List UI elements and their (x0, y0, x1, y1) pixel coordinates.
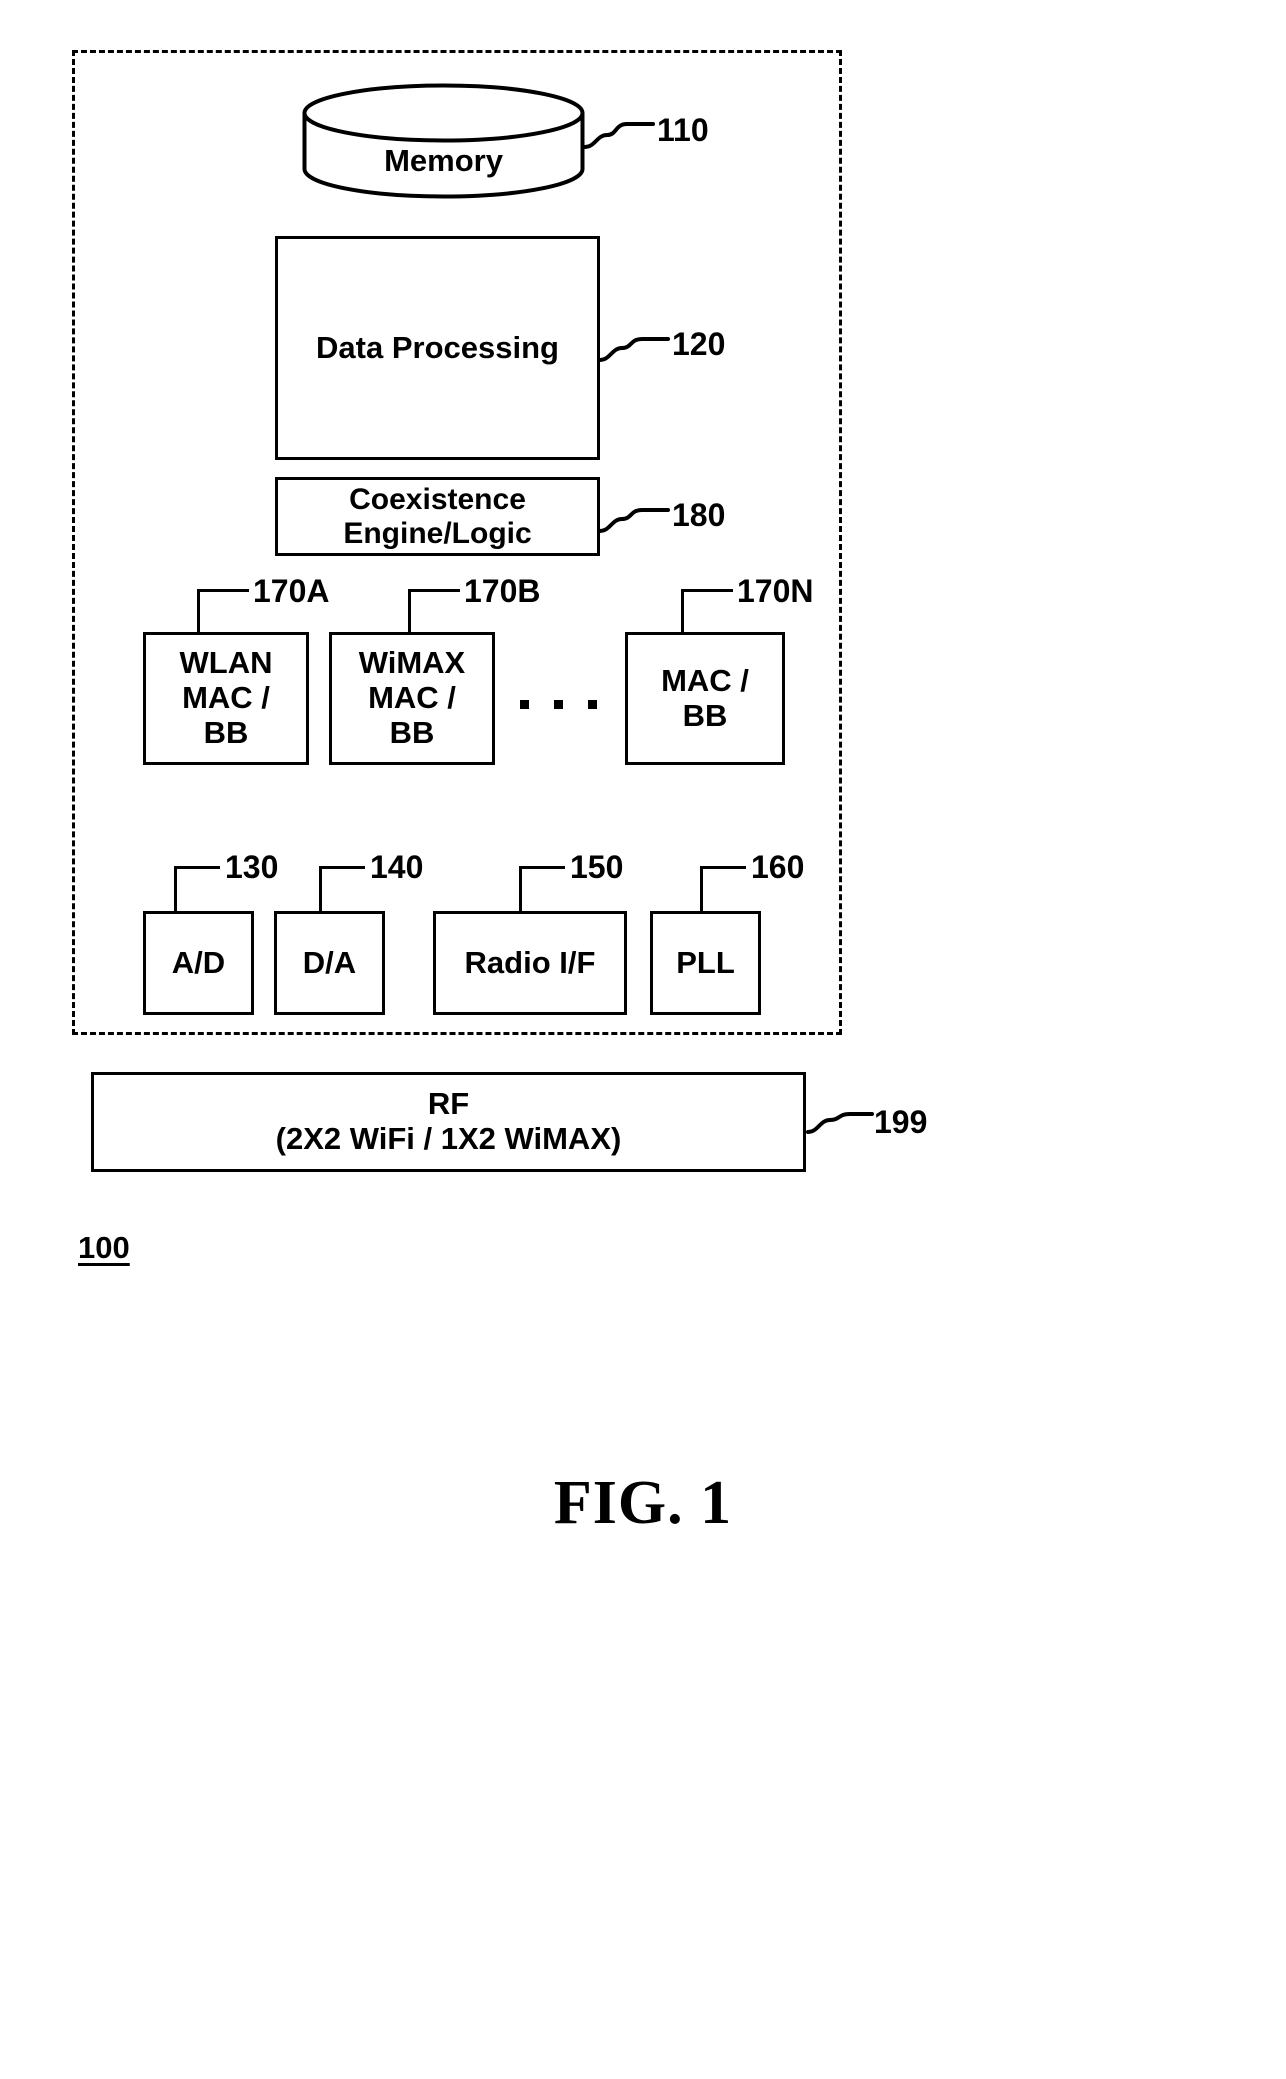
wlan-label-line3: BB (203, 714, 249, 750)
ellipsis-dots (512, 700, 612, 716)
da-label: D/A (302, 944, 357, 980)
ref-199: 199 (874, 1104, 928, 1140)
block-wimax-mac-bb: WiMAX MAC / BB (329, 632, 495, 765)
pll-label: PLL (676, 944, 735, 980)
leader-line-data-processing (598, 330, 670, 366)
ref-150: 150 (570, 849, 624, 885)
figure-caption: FIG. 1 (553, 1469, 733, 1537)
ref-180: 180 (672, 497, 726, 533)
block-pll: PLL (650, 911, 761, 1015)
data-processing-label: Data Processing (316, 329, 559, 365)
rf-label-line1: RF (427, 1086, 470, 1122)
block-ad-converter: A/D (143, 911, 254, 1015)
wimax-label-line1: WiMAX (358, 645, 466, 681)
ref-130: 130 (225, 849, 279, 885)
wlan-label-line2: MAC / (182, 680, 270, 716)
radio-if-label: Radio I/F (464, 944, 596, 980)
ref-140: 140 (370, 849, 424, 885)
block-coexistence-engine: Coexistence Engine/Logic (275, 477, 600, 556)
coexistence-label-line2: Engine/Logic (343, 516, 532, 550)
ref-160: 160 (751, 849, 805, 885)
ref-110: 110 (657, 112, 709, 148)
coexistence-label-line1: Coexistence (349, 482, 526, 516)
patent-figure: Memory 110 Data Processing 120 Coexisten… (0, 0, 1286, 2079)
ref-120: 120 (672, 326, 726, 362)
block-rf: RF (2X2 WiFi / 1X2 WiMAX) (91, 1072, 806, 1172)
block-wlan-mac-bb: WLAN MAC / BB (143, 632, 309, 765)
block-radio-interface: Radio I/F (433, 911, 627, 1015)
macbb-label-line2: MAC / (661, 662, 749, 698)
memory-label: Memory (384, 143, 503, 178)
wimax-label-line3: BB (389, 714, 435, 750)
wlan-label-line1: WLAN (179, 645, 273, 681)
leader-line-coexistence (598, 501, 670, 537)
ref-170A: 170A (253, 573, 330, 609)
wimax-label-line2: MAC / (368, 680, 456, 716)
ad-label: A/D (171, 944, 226, 980)
memory-cylinder (302, 83, 585, 199)
leader-line-rf (806, 1108, 874, 1142)
block-da-converter: D/A (274, 911, 385, 1015)
block-generic-mac-bb: MAC / BB (625, 632, 785, 765)
rf-label-line2: (2X2 WiFi / 1X2 WiMAX) (275, 1121, 622, 1156)
ref-170B: 170B (464, 573, 541, 609)
ref-170N: 170N (737, 573, 814, 609)
leader-line-memory (583, 115, 655, 151)
macbb-label-line3: BB (682, 697, 728, 733)
block-data-processing: Data Processing (275, 236, 600, 460)
system-reference-100: 100 (78, 1230, 130, 1265)
